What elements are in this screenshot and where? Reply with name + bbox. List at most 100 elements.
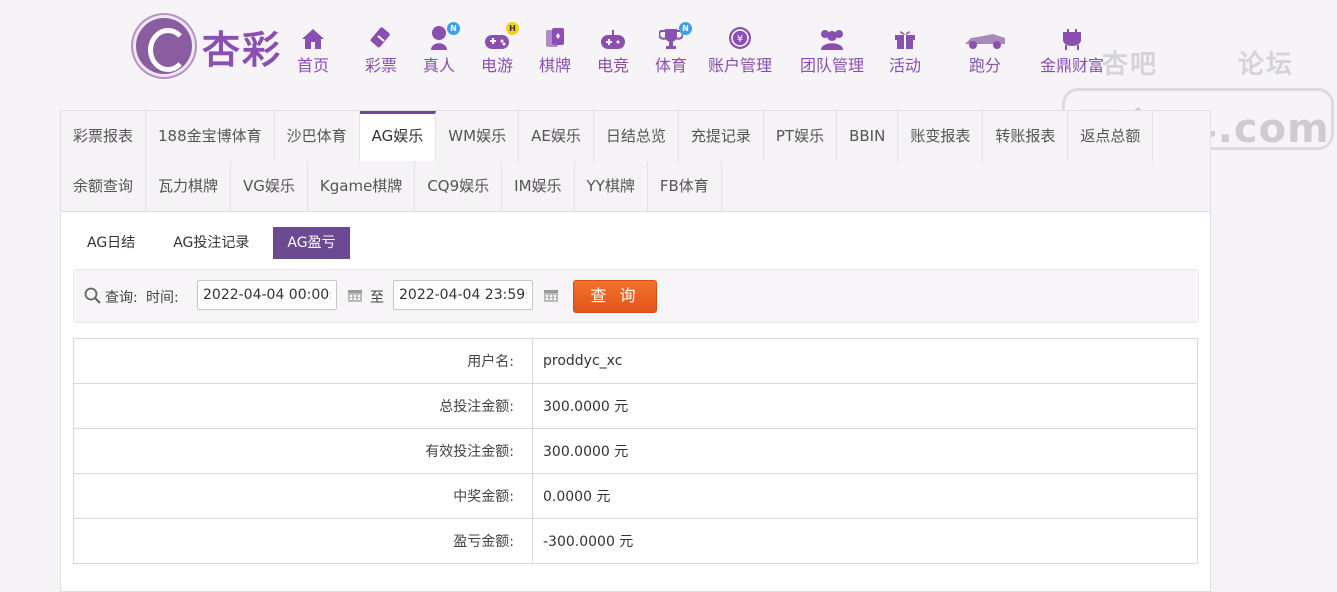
tab-lottery-report[interactable]: 彩票报表 — [61, 111, 147, 161]
ticket-icon — [369, 24, 393, 50]
new-badge: N — [447, 22, 460, 35]
live-dealer-icon: N — [427, 22, 460, 50]
gift-icon — [894, 24, 916, 50]
query-button[interactable]: 查 询 — [573, 280, 657, 313]
nav-item-run-score[interactable]: 跑分 — [948, 24, 1022, 76]
nav-item-activity[interactable]: 活动 — [876, 24, 934, 76]
nav-item-sports[interactable]: N 体育 — [642, 22, 700, 76]
tab-ag[interactable]: AG娱乐 — [359, 111, 437, 161]
row-value: 0.0000 元 — [532, 473, 1198, 519]
table-row: 有效投注金额: 300.0000 元 — [73, 428, 1198, 474]
report-tabs: 彩票报表 188金宝博体育 沙巴体育 AG娱乐 WM娱乐 AE娱乐 日结总览 充… — [61, 111, 1210, 212]
tab-cq9[interactable]: CQ9娱乐 — [415, 161, 503, 211]
site-header: 杏彩 首页 彩票 N 真人 H 电游 棋牌 电竞 N 体育 ¥ 账户管理 团队管… — [0, 0, 1337, 100]
site-logo[interactable]: 杏彩 — [136, 18, 282, 74]
row-value: -300.0000 元 — [532, 518, 1198, 564]
nav-item-chess[interactable]: 棋牌 — [526, 24, 584, 76]
subtab-ag-bets[interactable]: AG投注记录 — [159, 227, 263, 259]
cauldron-icon — [1060, 24, 1084, 50]
row-label: 有效投注金额: — [73, 428, 533, 474]
end-time-input[interactable] — [393, 280, 533, 310]
tab-fb-sports[interactable]: FB体育 — [648, 161, 722, 211]
table-row: 总投注金额: 300.0000 元 — [73, 383, 1198, 429]
nav-item-esports[interactable]: 电竞 — [584, 24, 642, 76]
row-label: 盈亏金额: — [73, 518, 533, 564]
nav-label: 电竞 — [596, 56, 629, 75]
nav-label: 首页 — [296, 56, 329, 75]
query-bar: 查询: 时间: 至 查 询 — [73, 269, 1199, 323]
tab-daily-overview[interactable]: 日结总览 — [594, 111, 679, 161]
time-label: 时间: — [146, 290, 179, 306]
tab-account-change[interactable]: 账变报表 — [898, 111, 984, 161]
tab-row-2: 余额查询 瓦力棋牌 VG娱乐 Kgame棋牌 CQ9娱乐 IM娱乐 YY棋牌 F… — [61, 161, 1210, 211]
nav-item-live[interactable]: N 真人 — [410, 22, 468, 76]
nav-item-team[interactable]: 团队管理 — [792, 24, 872, 76]
range-to-label: 至 — [370, 290, 384, 306]
trophy-icon: N — [659, 22, 692, 50]
calendar-icon[interactable] — [347, 287, 363, 307]
tab-188-sports[interactable]: 188金宝博体育 — [146, 111, 275, 161]
nav-item-lottery[interactable]: 彩票 — [352, 24, 410, 76]
row-label: 用户名: — [73, 338, 533, 384]
cards-icon — [543, 24, 567, 50]
hot-badge: H — [506, 22, 519, 35]
new-badge: N — [679, 22, 692, 35]
tab-transfer-report[interactable]: 转账报表 — [983, 111, 1069, 161]
yen-coin-icon: ¥ — [728, 24, 752, 50]
nav-label: 活动 — [888, 56, 921, 75]
nav-label: 团队管理 — [799, 56, 864, 75]
tab-vg[interactable]: VG娱乐 — [231, 161, 308, 211]
team-icon — [818, 24, 846, 50]
gamepad-icon: H — [484, 22, 519, 50]
nav-label: 账户管理 — [707, 56, 772, 75]
tab-wali-chess[interactable]: 瓦力棋牌 — [146, 161, 232, 211]
table-row: 盈亏金额: -300.0000 元 — [73, 518, 1198, 564]
subtab-ag-daily[interactable]: AG日结 — [73, 227, 149, 259]
nav-item-jinding[interactable]: 金鼎财富 — [1032, 24, 1112, 76]
profit-summary-table: 用户名: proddyc_xc 总投注金额: 300.0000 元 有效投注金额… — [73, 338, 1198, 564]
nav-item-account[interactable]: ¥ 账户管理 — [700, 24, 780, 76]
row-label: 总投注金额: — [73, 383, 533, 429]
table-row: 中奖金额: 0.0000 元 — [73, 473, 1198, 519]
nav-label: 棋牌 — [538, 56, 571, 75]
svg-text:¥: ¥ — [737, 34, 743, 45]
logo-emblem-icon — [136, 18, 192, 74]
row-value: 300.0000 元 — [532, 428, 1198, 474]
tab-ae[interactable]: AE娱乐 — [519, 111, 594, 161]
nav-label: 真人 — [422, 56, 455, 75]
row-value: 300.0000 元 — [532, 383, 1198, 429]
nav-label: 彩票 — [364, 56, 397, 75]
nav-item-slots[interactable]: H 电游 — [468, 22, 526, 76]
tab-wm[interactable]: WM娱乐 — [436, 111, 520, 161]
table-row: 用户名: proddyc_xc — [73, 338, 1198, 384]
nav-label: 跑分 — [968, 56, 1001, 75]
query-label: 查询: — [105, 290, 138, 306]
tab-deposit-withdraw[interactable]: 充提记录 — [679, 111, 764, 161]
start-time-input[interactable] — [197, 280, 337, 310]
tab-bbin[interactable]: BBIN — [837, 111, 899, 161]
logo-text: 杏彩 — [202, 26, 283, 72]
tab-kgame[interactable]: Kgame棋牌 — [308, 161, 416, 211]
home-icon — [301, 24, 325, 50]
tab-rebate-total[interactable]: 返点总额 — [1068, 111, 1154, 161]
tab-yy-chess[interactable]: YY棋牌 — [575, 161, 648, 211]
main-nav: 首页 彩票 N 真人 H 电游 棋牌 电竞 N 体育 ¥ 账户管理 团队管理 活… — [292, 22, 1112, 76]
tab-balance[interactable]: 余额查询 — [61, 161, 147, 211]
tab-pt[interactable]: PT娱乐 — [764, 111, 838, 161]
subtab-ag-profit[interactable]: AG盈亏 — [273, 227, 350, 259]
row-label: 中奖金额: — [73, 473, 533, 519]
nav-label: 电游 — [480, 56, 513, 75]
nav-label: 金鼎财富 — [1039, 56, 1104, 75]
search-icon — [84, 287, 101, 308]
tab-saba-sports[interactable]: 沙巴体育 — [275, 111, 360, 161]
race-car-icon — [963, 24, 1007, 50]
esports-controller-icon — [600, 24, 626, 50]
ag-subtabs: AG日结 AG投注记录 AG盈亏 — [73, 227, 360, 259]
nav-item-home[interactable]: 首页 — [292, 24, 334, 76]
nav-label: 体育 — [654, 56, 687, 75]
report-panel: 彩票报表 188金宝博体育 沙巴体育 AG娱乐 WM娱乐 AE娱乐 日结总览 充… — [60, 110, 1211, 592]
calendar-icon[interactable] — [543, 287, 559, 307]
tab-im[interactable]: IM娱乐 — [502, 161, 575, 211]
tab-row-1: 彩票报表 188金宝博体育 沙巴体育 AG娱乐 WM娱乐 AE娱乐 日结总览 充… — [61, 111, 1210, 161]
row-value: proddyc_xc — [532, 338, 1198, 384]
